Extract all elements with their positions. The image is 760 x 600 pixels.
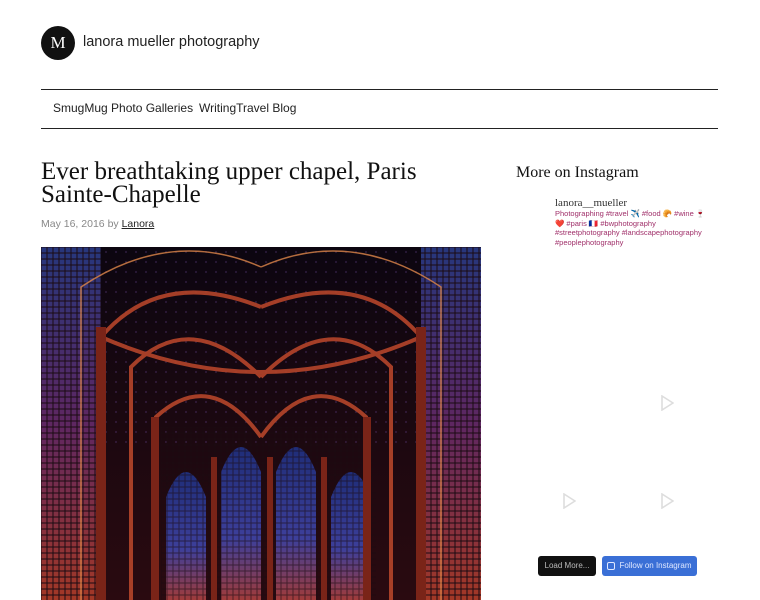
nav-top-divider xyxy=(41,89,718,90)
post-title[interactable]: Ever breathtaking upper chapel, Paris Sa… xyxy=(41,159,471,207)
post-by: by xyxy=(107,218,119,230)
follow-button-label: Follow on Instagram xyxy=(619,561,692,570)
follow-on-instagram-button[interactable]: Follow on Instagram xyxy=(602,556,697,576)
post-date: May 16, 2016 xyxy=(41,218,105,230)
load-more-button[interactable]: Load More... xyxy=(538,556,596,576)
post-featured-image[interactable] xyxy=(41,247,481,600)
video-play-icon[interactable] xyxy=(660,493,674,509)
video-play-icon[interactable] xyxy=(660,395,674,411)
nav-item-writingtravel-blog[interactable]: WritingTravel Blog xyxy=(199,101,296,115)
instagram-icon xyxy=(607,561,616,570)
nav-bottom-divider xyxy=(41,128,718,129)
video-play-icon[interactable] xyxy=(562,493,576,509)
nav-item-smugmug-galleries[interactable]: SmugMug Photo Galleries xyxy=(53,101,193,115)
post-author-link[interactable]: Lanora xyxy=(122,218,155,230)
chapel-illustration xyxy=(41,247,481,600)
post-meta: May 16, 2016 by Lanora xyxy=(41,218,154,230)
site-logo[interactable]: M xyxy=(41,26,75,60)
instagram-bio: Photographing #travel ✈️ #food 🥐 #wine 🍷… xyxy=(555,209,706,247)
instagram-username[interactable]: lanora__mueller xyxy=(555,197,627,209)
instagram-widget-title: More on Instagram xyxy=(516,164,639,181)
site-title[interactable]: lanora mueller photography xyxy=(83,34,260,50)
